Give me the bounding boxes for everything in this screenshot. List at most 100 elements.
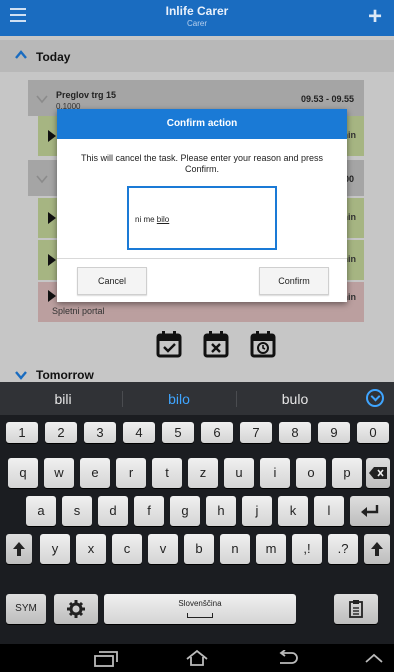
shift-icon [13, 542, 25, 556]
key-3[interactable]: 3 [84, 422, 116, 443]
reason-input[interactable]: ni me bilo [127, 186, 277, 250]
key-n[interactable]: n [220, 534, 250, 564]
key-w[interactable]: w [44, 458, 74, 488]
key-r[interactable]: r [116, 458, 146, 488]
reason-input-prefix: ni me [135, 215, 157, 224]
reason-input-composing: bilo [156, 215, 170, 224]
section-tomorrow-label: Tomorrow [36, 368, 94, 382]
sym-key[interactable]: SYM [6, 594, 46, 624]
back-icon[interactable] [276, 650, 300, 666]
row-subtitle: Spletni portal [52, 306, 105, 316]
app-subtitle: Carer [186, 19, 207, 28]
back-keyboard-hide-icon[interactable] [94, 651, 118, 667]
space-key[interactable]: Slovenščina [104, 594, 296, 624]
key-8[interactable]: 8 [279, 422, 311, 443]
key-p[interactable]: p [332, 458, 362, 488]
play-icon[interactable] [48, 254, 56, 266]
key-m[interactable]: m [256, 534, 286, 564]
space-bar-icon [187, 613, 213, 618]
home-icon[interactable] [185, 649, 209, 667]
key-1[interactable]: 1 [6, 422, 38, 443]
key-s[interactable]: s [62, 496, 92, 526]
chevron-down-icon [36, 95, 48, 104]
key-x[interactable]: x [76, 534, 106, 564]
task-actions [156, 330, 276, 360]
key-b[interactable]: b [184, 534, 214, 564]
play-icon[interactable] [48, 290, 56, 302]
suggestion-bar: bili bilo bulo [0, 382, 394, 415]
shift-key-left[interactable] [6, 534, 32, 564]
key-7[interactable]: 7 [240, 422, 272, 443]
chevron-down-icon [15, 371, 27, 380]
play-icon[interactable] [48, 212, 56, 224]
key-y[interactable]: y [40, 534, 70, 564]
chevron-up-icon [15, 50, 27, 59]
key-q[interactable]: q [8, 458, 38, 488]
key-z[interactable]: z [188, 458, 218, 488]
settings-key[interactable] [54, 594, 98, 624]
dialog-message: This will cancel the task. Please enter … [80, 153, 324, 174]
key-4[interactable]: 4 [123, 422, 155, 443]
key-f[interactable]: f [134, 496, 164, 526]
backspace-key[interactable] [366, 458, 390, 488]
confirm-dialog: Confirm action This will cancel the task… [57, 109, 347, 302]
key-5[interactable]: 5 [162, 422, 194, 443]
chevron-up-icon[interactable] [364, 652, 384, 664]
enter-key[interactable] [350, 496, 390, 526]
add-icon[interactable]: + [368, 5, 382, 29]
key-e[interactable]: e [80, 458, 110, 488]
calendar-clock-icon[interactable] [250, 330, 276, 358]
dialog-divider [57, 258, 347, 259]
clipboard-key[interactable] [334, 594, 378, 624]
task-name: Preglov trg 15 [56, 90, 117, 100]
confirm-button[interactable]: Confirm [259, 267, 329, 295]
section-tomorrow-header[interactable]: Tomorrow [14, 360, 214, 382]
key-0[interactable]: 0 [357, 422, 389, 443]
key-j[interactable]: j [242, 496, 272, 526]
task-time: 09.53 - 09.55 [300, 94, 354, 104]
key-6[interactable]: 6 [201, 422, 233, 443]
clipboard-icon [349, 600, 363, 618]
key-t[interactable]: t [152, 458, 182, 488]
space-key-label: Slovenščina [178, 599, 222, 608]
key-c[interactable]: c [112, 534, 142, 564]
key-period-question[interactable]: .? [328, 534, 358, 564]
key-l[interactable]: l [314, 496, 344, 526]
collapse-suggestions-icon[interactable] [366, 389, 384, 407]
shift-key-right[interactable] [364, 534, 390, 564]
key-g[interactable]: g [170, 496, 200, 526]
key-k[interactable]: k [278, 496, 308, 526]
soft-keyboard: bili bilo bulo 1 2 3 4 5 6 7 8 9 0 q w e… [0, 382, 394, 644]
key-i[interactable]: i [260, 458, 290, 488]
key-v[interactable]: v [148, 534, 178, 564]
shift-icon [371, 542, 383, 556]
key-a[interactable]: a [26, 496, 56, 526]
app-bar: Inlife Carer Carer + [0, 0, 394, 36]
gear-icon [67, 600, 85, 618]
system-nav-bar [0, 644, 394, 672]
section-today-label: Today [36, 50, 71, 64]
enter-icon [361, 505, 379, 517]
key-2[interactable]: 2 [45, 422, 77, 443]
cancel-button[interactable]: Cancel [77, 267, 147, 295]
key-h[interactable]: h [206, 496, 236, 526]
chevron-down-icon [36, 175, 48, 184]
calendar-check-icon[interactable] [156, 330, 182, 358]
suggestion-2[interactable]: bilo [124, 391, 234, 407]
suggestion-separator [236, 391, 237, 407]
suggestion-separator [122, 391, 123, 407]
section-today[interactable]: Today [0, 40, 394, 72]
calendar-cancel-icon[interactable] [203, 330, 229, 358]
suggestion-3[interactable]: bulo [240, 391, 350, 407]
key-9[interactable]: 9 [318, 422, 350, 443]
backspace-icon [369, 467, 387, 479]
key-u[interactable]: u [224, 458, 254, 488]
dialog-title: Confirm action [57, 109, 347, 139]
key-d[interactable]: d [98, 496, 128, 526]
key-o[interactable]: o [296, 458, 326, 488]
reason-input-value: ni me bilo [135, 215, 169, 224]
play-icon[interactable] [48, 130, 56, 142]
key-comma-excl[interactable]: ,! [292, 534, 322, 564]
suggestion-1[interactable]: bili [8, 391, 118, 407]
app-title: Inlife Carer [165, 4, 229, 18]
